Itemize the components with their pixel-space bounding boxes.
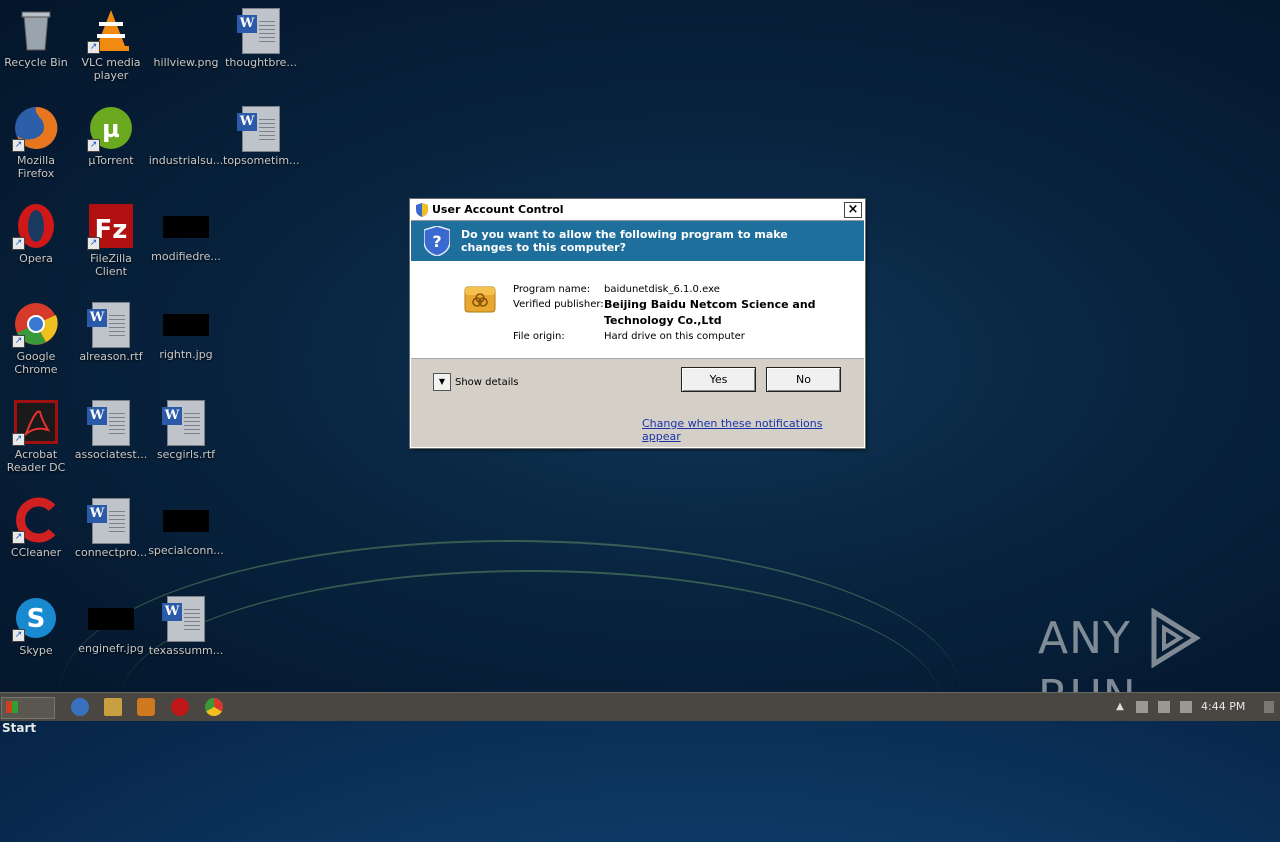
svg-text:?: ? <box>432 232 441 251</box>
desktop-icon-alreason[interactable]: W alreason.rtf <box>73 300 149 363</box>
shortcut-arrow-icon: ↗ <box>12 335 25 348</box>
desktop-icon-recycle-bin[interactable]: Recycle Bin <box>0 6 74 69</box>
desktop-icon-rightn[interactable]: rightn.jpg <box>148 300 224 361</box>
desktop-icon-utorrent[interactable]: µ ↗ µTorrent <box>73 104 149 167</box>
skype-icon: S ↗ <box>12 594 60 642</box>
publisher-value: Beijing Baidu Netcom Science and Technolo… <box>604 298 816 327</box>
file-origin-row: File origin: Hard drive on this computer <box>513 331 745 342</box>
play-logo-icon <box>1151 607 1201 669</box>
shortcut-arrow-icon: ↗ <box>12 531 25 544</box>
uac-body: Program name: baidunetdisk_6.1.0.exe Ver… <box>411 261 864 359</box>
desktop-icon-ccleaner[interactable]: ↗ CCleaner <box>0 496 74 559</box>
shortcut-arrow-icon: ↗ <box>87 139 100 152</box>
desktop-icon-chrome[interactable]: ↗ Google Chrome <box>0 300 74 376</box>
image-file-icon <box>162 6 210 54</box>
uac-banner: ? Do you want to allow the following pro… <box>411 221 864 261</box>
desktop-icon-opera[interactable]: ↗ Opera <box>0 202 74 265</box>
word-doc-icon: W <box>87 400 130 446</box>
word-doc-icon: W <box>237 8 280 54</box>
utorrent-icon: µ ↗ <box>87 104 135 152</box>
shortcut-arrow-icon: ↗ <box>12 433 25 446</box>
vlc-icon: ↗ <box>87 6 135 54</box>
uac-title: User Account Control <box>432 203 564 216</box>
chrome-taskbar-icon[interactable] <box>205 698 223 716</box>
desktop-icon-texassumm[interactable]: W texassumm... <box>148 594 224 657</box>
image-file-icon <box>163 216 209 238</box>
desktop-icon-modifiedre[interactable]: modifiedre... <box>148 202 224 263</box>
file-origin-value: Hard drive on this computer <box>604 331 745 342</box>
chevron-down-icon: ▼ <box>433 373 451 391</box>
shield-icon <box>416 203 428 217</box>
close-button[interactable]: × <box>844 202 862 218</box>
opera-taskbar-icon[interactable] <box>171 698 189 716</box>
firefox-icon: ↗ <box>12 104 60 152</box>
taskbar: Start ▲ 4:44 PM <box>0 692 1280 735</box>
desktop-icon-industrialsu[interactable]: industrialsu... <box>148 104 224 167</box>
volume-icon[interactable] <box>1180 701 1192 713</box>
word-doc-icon: W <box>162 400 205 446</box>
word-doc-icon: W <box>162 596 205 642</box>
image-file-icon <box>162 104 210 152</box>
desktop-icon-vlc[interactable]: ↗ VLC media player <box>73 6 149 82</box>
desktop-icon-skype[interactable]: S ↗ Skype <box>0 594 74 657</box>
internet-explorer-icon[interactable] <box>71 698 89 716</box>
program-name-row: Program name: baidunetdisk_6.1.0.exe <box>513 284 720 295</box>
opera-icon: ↗ <box>12 202 60 250</box>
uac-titlebar[interactable]: User Account Control × <box>411 200 864 221</box>
uac-dialog: User Account Control × ? Do you want to … <box>410 199 865 448</box>
recycle-bin-icon <box>12 6 60 54</box>
show-desktop-button[interactable] <box>1264 701 1274 713</box>
desktop-icon-specialconn[interactable]: specialconn... <box>148 496 224 557</box>
svg-text:S: S <box>27 604 46 634</box>
image-file-icon <box>163 510 209 532</box>
desktop-icon-hillview[interactable]: hillview.png <box>148 6 224 69</box>
question-shield-icon: ? <box>424 226 450 256</box>
image-file-icon <box>88 608 134 630</box>
file-explorer-icon[interactable] <box>104 698 122 716</box>
desktop-icon-connectpro[interactable]: W connectpro... <box>73 496 149 559</box>
acrobat-icon: ↗ <box>12 398 60 446</box>
show-details-toggle[interactable]: ▼ Show details <box>433 373 518 391</box>
uac-question: Do you want to allow the following progr… <box>461 228 788 254</box>
svg-text:µ: µ <box>102 115 120 143</box>
desktop-icon-enginefr[interactable]: enginefr.jpg <box>73 594 149 655</box>
change-notifications-link[interactable]: Change when these notifications appear <box>642 417 864 443</box>
shortcut-arrow-icon: ↗ <box>12 629 25 642</box>
desktop-icon-firefox[interactable]: ↗ Mozilla Firefox <box>0 104 74 180</box>
no-button[interactable]: No <box>766 367 841 392</box>
baidu-netdisk-icon <box>464 286 496 313</box>
publisher-row: Verified publisher: Beijing Baidu Netcom… <box>513 298 816 327</box>
system-tray: ▲ 4:44 PM <box>1104 693 1280 721</box>
shortcut-arrow-icon: ↗ <box>87 41 100 54</box>
media-player-icon[interactable] <box>137 698 155 716</box>
desktop-icon-topsometim[interactable]: W topsometim... <box>223 104 300 167</box>
clock[interactable]: 4:44 PM <box>1201 700 1245 713</box>
desktop-icon-associatest[interactable]: W associatest... <box>73 398 149 461</box>
word-doc-icon: W <box>87 498 130 544</box>
start-button[interactable]: Start <box>1 697 55 735</box>
close-icon: × <box>847 202 859 217</box>
show-hidden-icons-icon[interactable]: ▲ <box>1114 701 1126 713</box>
chrome-icon: ↗ <box>12 300 60 348</box>
word-doc-icon: W <box>237 106 280 152</box>
desktop-icon-filezilla[interactable]: Fz ↗ FileZilla Client <box>73 202 149 278</box>
shortcut-arrow-icon: ↗ <box>87 237 100 250</box>
desktop-icon-secgirls[interactable]: W secgirls.rtf <box>148 398 224 461</box>
windows-logo-icon <box>6 701 18 713</box>
action-center-icon[interactable] <box>1136 701 1148 713</box>
desktop-icon-thoughtbre[interactable]: W thoughtbre... <box>223 6 299 69</box>
image-file-icon <box>163 314 209 336</box>
yes-button[interactable]: Yes <box>681 367 756 392</box>
program-name-value: baidunetdisk_6.1.0.exe <box>604 284 720 295</box>
ccleaner-icon: ↗ <box>12 496 60 544</box>
filezilla-icon: Fz ↗ <box>87 202 135 250</box>
shortcut-arrow-icon: ↗ <box>12 237 25 250</box>
shortcut-arrow-icon: ↗ <box>12 139 25 152</box>
word-doc-icon: W <box>87 302 130 348</box>
network-icon[interactable] <box>1158 701 1170 713</box>
desktop-icon-acrobat[interactable]: ↗ Acrobat Reader DC <box>0 398 74 474</box>
